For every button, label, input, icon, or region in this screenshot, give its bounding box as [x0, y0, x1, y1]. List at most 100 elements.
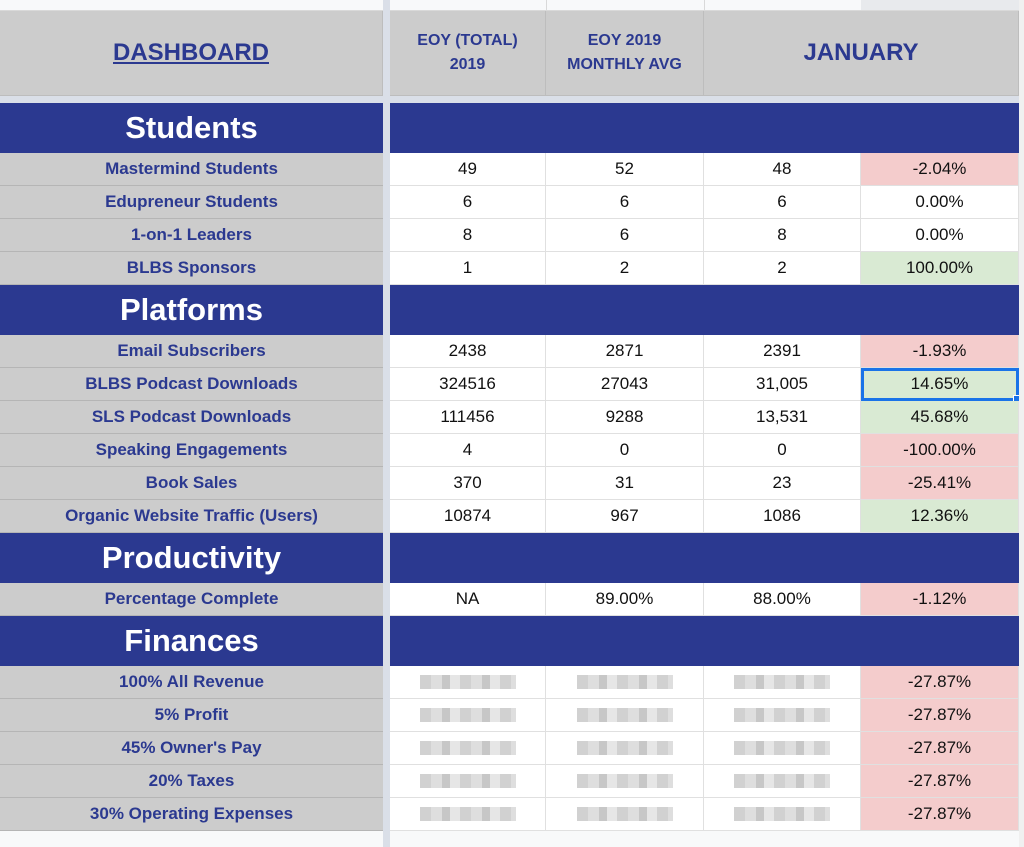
section-band-cell[interactable] [704, 285, 861, 335]
header-monthly-avg[interactable]: EOY 2019 MONTHLY AVG [546, 11, 704, 96]
value-cell-eoy-total[interactable] [390, 699, 546, 732]
value-cell-monthly-avg[interactable]: 0 [546, 434, 704, 467]
section-title-cell[interactable]: Finances [0, 616, 383, 666]
value-cell-monthly-avg[interactable]: 9288 [546, 401, 704, 434]
section-band-cell[interactable] [704, 616, 861, 666]
section-band-cell[interactable] [861, 533, 1019, 583]
change-percent-cell[interactable]: 45.68% [861, 401, 1019, 434]
column-header-c[interactable] [546, 0, 705, 10]
column-header-d[interactable] [704, 0, 862, 10]
value-cell-eoy-total[interactable]: 1 [390, 252, 546, 285]
change-percent-cell[interactable]: -27.87% [861, 798, 1019, 831]
change-percent-cell[interactable]: -2.04% [861, 153, 1019, 186]
value-cell-eoy-total[interactable]: NA [390, 583, 546, 616]
section-title-cell[interactable]: Productivity [0, 533, 383, 583]
value-cell-monthly-avg[interactable]: 6 [546, 219, 704, 252]
section-title-cell[interactable]: Platforms [0, 285, 383, 335]
metric-label[interactable]: Book Sales [0, 467, 383, 500]
section-band-cell[interactable] [861, 285, 1019, 335]
change-percent-cell[interactable]: 0.00% [861, 219, 1019, 252]
change-percent-cell[interactable]: -100.00% [861, 434, 1019, 467]
value-cell-eoy-total[interactable] [390, 798, 546, 831]
frozen-column-divider[interactable] [383, 0, 390, 847]
metric-label[interactable]: Edupreneur Students [0, 186, 383, 219]
value-cell-eoy-total[interactable]: 2438 [390, 335, 546, 368]
value-cell-eoy-total[interactable] [390, 765, 546, 798]
change-percent-cell[interactable]: 14.65% [861, 368, 1022, 404]
value-cell-january[interactable] [704, 699, 861, 732]
value-cell-eoy-total[interactable]: 49 [390, 153, 546, 186]
metric-label[interactable]: BLBS Sponsors [0, 252, 383, 285]
value-cell-january[interactable] [704, 798, 861, 831]
metric-label[interactable]: Mastermind Students [0, 153, 383, 186]
value-cell-monthly-avg[interactable]: 89.00% [546, 583, 704, 616]
section-band-cell[interactable] [390, 285, 546, 335]
section-band-cell[interactable] [546, 285, 704, 335]
header-eoy-total[interactable]: EOY (TOTAL) 2019 [390, 11, 546, 96]
value-cell-monthly-avg[interactable]: 31 [546, 467, 704, 500]
section-band-cell[interactable] [704, 533, 861, 583]
metric-label[interactable]: 5% Profit [0, 699, 383, 732]
value-cell-january[interactable] [704, 732, 861, 765]
change-percent-cell[interactable]: 0.00% [861, 186, 1019, 219]
change-percent-cell[interactable]: -1.12% [861, 583, 1019, 616]
value-cell-january[interactable]: 13,531 [704, 401, 861, 434]
value-cell-monthly-avg[interactable]: 6 [546, 186, 704, 219]
value-cell-monthly-avg[interactable] [546, 798, 704, 831]
metric-label[interactable]: Email Subscribers [0, 335, 383, 368]
column-header-b[interactable] [390, 0, 547, 10]
value-cell-january[interactable]: 31,005 [704, 368, 861, 401]
dashboard-cell[interactable]: DASHBOARD [0, 11, 383, 96]
value-cell-monthly-avg[interactable]: 52 [546, 153, 704, 186]
value-cell-january[interactable]: 2 [704, 252, 861, 285]
section-band-cell[interactable] [546, 616, 704, 666]
section-band-cell[interactable] [546, 533, 704, 583]
change-percent-cell[interactable]: -27.87% [861, 666, 1019, 699]
value-cell-monthly-avg[interactable] [546, 699, 704, 732]
value-cell-eoy-total[interactable]: 8 [390, 219, 546, 252]
value-cell-eoy-total[interactable] [390, 666, 546, 699]
header-january[interactable]: JANUARY [704, 11, 1019, 96]
value-cell-eoy-total[interactable]: 111456 [390, 401, 546, 434]
change-percent-cell[interactable]: -1.93% [861, 335, 1019, 368]
value-cell-january[interactable]: 6 [704, 186, 861, 219]
value-cell-eoy-total[interactable]: 370 [390, 467, 546, 500]
value-cell-eoy-total[interactable]: 10874 [390, 500, 546, 533]
value-cell-january[interactable]: 48 [704, 153, 861, 186]
section-band-cell[interactable] [390, 533, 546, 583]
change-percent-cell[interactable]: -25.41% [861, 467, 1019, 500]
value-cell-monthly-avg[interactable] [546, 666, 704, 699]
change-percent-cell[interactable]: 100.00% [861, 252, 1019, 285]
section-band-cell[interactable] [861, 616, 1019, 666]
value-cell-january[interactable]: 2391 [704, 335, 861, 368]
value-cell-january[interactable] [704, 666, 861, 699]
value-cell-monthly-avg[interactable]: 27043 [546, 368, 704, 401]
value-cell-january[interactable] [704, 765, 861, 798]
metric-label[interactable]: Organic Website Traffic (Users) [0, 500, 383, 533]
change-percent-cell[interactable]: -27.87% [861, 699, 1019, 732]
value-cell-eoy-total[interactable]: 6 [390, 186, 546, 219]
value-cell-monthly-avg[interactable]: 2871 [546, 335, 704, 368]
value-cell-january[interactable]: 8 [704, 219, 861, 252]
section-title-cell[interactable]: Students [0, 103, 383, 153]
dashboard-title-link[interactable]: DASHBOARD [113, 39, 269, 67]
section-band-cell[interactable] [390, 103, 546, 153]
section-band-cell[interactable] [861, 103, 1019, 153]
value-cell-january[interactable]: 0 [704, 434, 861, 467]
change-percent-cell[interactable]: -27.87% [861, 732, 1019, 765]
column-header-e[interactable] [861, 0, 1020, 10]
section-band-cell[interactable] [546, 103, 704, 153]
value-cell-eoy-total[interactable] [390, 732, 546, 765]
value-cell-eoy-total[interactable]: 4 [390, 434, 546, 467]
value-cell-monthly-avg[interactable] [546, 765, 704, 798]
metric-label[interactable]: 100% All Revenue [0, 666, 383, 699]
change-percent-cell[interactable]: -27.87% [861, 765, 1019, 798]
value-cell-monthly-avg[interactable]: 967 [546, 500, 704, 533]
section-band-cell[interactable] [704, 103, 861, 153]
value-cell-monthly-avg[interactable]: 2 [546, 252, 704, 285]
value-cell-eoy-total[interactable]: 324516 [390, 368, 546, 401]
metric-label[interactable]: SLS Podcast Downloads [0, 401, 383, 434]
metric-label[interactable]: 45% Owner's Pay [0, 732, 383, 765]
value-cell-monthly-avg[interactable] [546, 732, 704, 765]
change-percent-cell[interactable]: 12.36% [861, 500, 1019, 533]
